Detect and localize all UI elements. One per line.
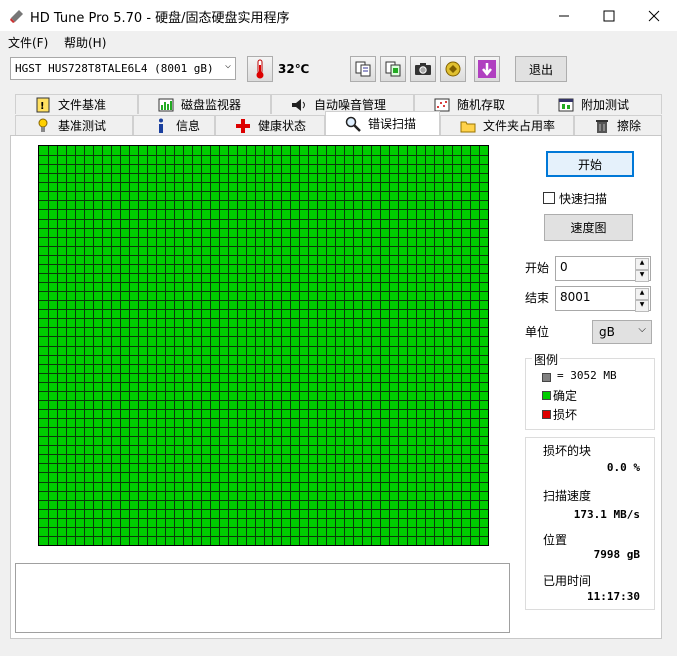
block-grid [39,146,488,545]
tab-file-benchmark[interactable]: ! 文件基准 [15,94,138,114]
camera-icon [415,63,431,75]
legend-ok-swatch [542,391,551,400]
legend-bad-label: 损坏 [553,408,578,422]
temperature-button[interactable] [247,56,273,82]
elapsed-time-label: 已用时间 [543,574,592,588]
spin-down-icon[interactable]: ▼ [635,300,649,312]
file-benchmark-icon: ! [34,97,52,113]
tab-label: 随机存取 [457,98,506,112]
menu-file[interactable]: 文件(F) [8,34,48,51]
tab-label: 信息 [176,119,201,133]
quick-scan-label: 快速扫描 [559,192,608,206]
copy-text-button[interactable] [350,56,376,82]
app-icon [9,8,25,24]
thermometer-icon [256,59,264,79]
legend-block-size: = 3052 MB [557,369,617,382]
copy-all-icon [385,61,401,77]
svg-text:!: ! [40,101,45,112]
start-spinner[interactable]: ▲ ▼ [635,258,649,282]
scan-speed-label: 扫描速度 [543,489,592,503]
tab-label: 附加测试 [581,98,630,112]
chevron-down-icon: ⌵ [224,60,231,71]
tab-label: 文件夹占用率 [483,119,556,133]
menu-help[interactable]: 帮助(H) [64,34,106,51]
disk-monitor-icon [157,97,175,113]
health-icon [234,118,252,134]
maximize-icon [603,10,614,21]
unit-select[interactable]: gB ⌵ [592,320,652,344]
minimize-icon [558,15,569,16]
tab-info[interactable]: 信息 [133,115,215,135]
legend-block-swatch [542,373,551,382]
spin-up-icon[interactable]: ▲ [635,258,649,270]
scan-speed-value: 173.1 MB/s [573,508,640,521]
folder-icon [459,118,477,134]
spin-up-icon[interactable]: ▲ [635,288,649,300]
screenshot-button[interactable] [410,56,436,82]
temperature-value: 32℃ [278,62,310,76]
maximize-button[interactable] [586,0,631,31]
minimize-button[interactable] [541,0,586,31]
tab-folder-usage[interactable]: 文件夹占用率 [440,115,574,135]
log-output [15,563,510,633]
position-label: 位置 [543,533,568,547]
tab-benchmark[interactable]: 基准测试 [15,115,133,135]
tab-error-scan[interactable]: 错误扫描 [325,111,440,135]
elapsed-time-value: 11:17:30 [587,590,640,603]
exit-button[interactable]: 退出 [515,56,567,82]
extra-tests-icon [557,97,575,113]
tab-label: 文件基准 [58,98,107,112]
tab-label: 基准测试 [58,119,107,133]
magnifier-icon [344,116,362,132]
benchmark-icon [34,118,52,134]
tab-label: 擦除 [617,119,642,133]
chevron-down-icon: ⌵ [638,324,646,335]
tab-label: 磁盘监视器 [181,98,242,112]
drive-select-value: HGST HUS728T8TALE6L4 (8001 gB) [15,62,214,75]
arrow-down-icon [478,60,496,78]
speed-map-button[interactable]: 速度图 [544,214,633,241]
options-button[interactable] [440,56,466,82]
tab-extra-tests[interactable]: 附加测试 [538,94,662,114]
end-input-value: 8001 [560,290,591,304]
drive-select[interactable]: HGST HUS728T8TALE6L4 (8001 gB) ⌵ [10,57,236,80]
end-spinner[interactable]: ▲ ▼ [635,288,649,312]
close-icon [648,10,659,21]
spin-down-icon[interactable]: ▼ [635,270,649,282]
legend-title: 图例 [532,351,561,368]
info-icon [152,118,170,134]
tab-label: 错误扫描 [368,117,417,131]
start-button[interactable]: 开始 [546,151,634,177]
speaker-icon [290,97,308,113]
end-label: 结束 [525,291,550,305]
start-label: 开始 [525,261,550,275]
damaged-blocks-label: 损坏的块 [543,444,592,458]
quick-scan-checkbox[interactable] [543,192,555,204]
legend-ok-label: 确定 [553,389,578,403]
window-title: HD Tune Pro 5.70 - 硬盘/固态硬盘实用程序 [30,11,290,26]
copy-icon [355,61,371,77]
options-icon [445,61,461,77]
damaged-blocks-value: 0.0 % [606,461,640,474]
save-button[interactable] [474,56,500,82]
unit-label: 单位 [525,325,550,339]
tab-label: 健康状态 [258,119,307,133]
legend-bad-swatch [542,410,551,419]
tab-disk-monitor[interactable]: 磁盘监视器 [138,94,271,114]
start-input-value: 0 [560,260,568,274]
unit-select-value: gB [599,325,615,339]
copy-all-button[interactable] [380,56,406,82]
tab-health[interactable]: 健康状态 [215,115,325,135]
tab-erase[interactable]: 擦除 [574,115,662,135]
close-button[interactable] [631,0,676,31]
position-value: 7998 gB [593,548,640,561]
trash-icon [593,118,611,134]
block-map [38,145,489,546]
